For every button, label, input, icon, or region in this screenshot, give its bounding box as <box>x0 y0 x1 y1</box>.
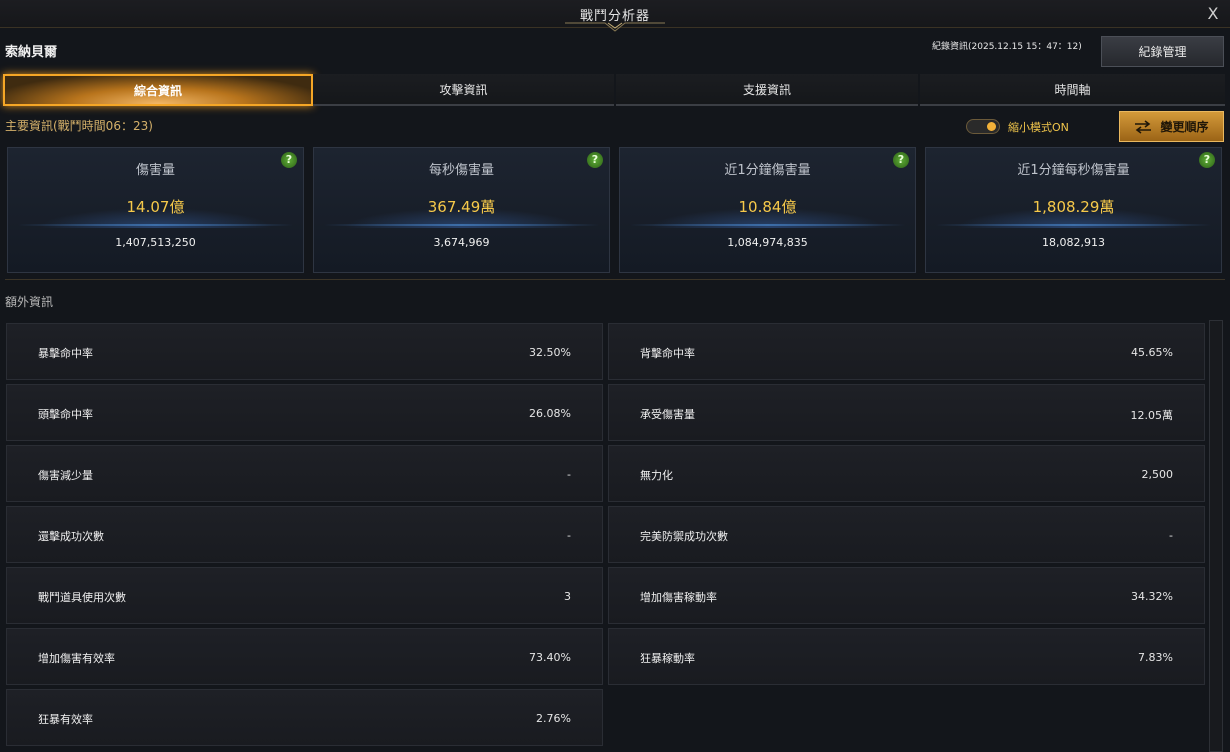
help-icon[interactable]: ? <box>587 152 603 168</box>
stat-label: 狂暴稼動率 <box>640 652 695 665</box>
main-info-label: 主要資訊(戰鬥時間06：23) <box>5 119 153 133</box>
stat-value: - <box>1169 529 1173 542</box>
stat-value: 3 <box>564 590 571 603</box>
card-title: 近1分鐘傷害量 <box>724 163 811 178</box>
stat-row: 暴擊命中率 32.50% <box>6 323 603 380</box>
stat-row: 增加傷害有效率 73.40% <box>6 628 603 685</box>
stat-label: 承受傷害量 <box>640 408 695 421</box>
title-bar: 戰鬥分析器 X <box>0 0 1230 32</box>
stat-row: 戰鬥道具使用次數 3 <box>6 567 603 624</box>
stat-value: 2,500 <box>1141 468 1174 481</box>
card-value: 14.07億 <box>126 198 185 216</box>
section-divider <box>5 279 1225 280</box>
card-divider <box>324 224 599 226</box>
stat-label: 頭擊命中率 <box>38 408 93 421</box>
stat-row: 傷害減少量 - <box>6 445 603 502</box>
stat-label: 傷害減少量 <box>38 469 93 482</box>
tab-summary[interactable]: 綜合資訊 <box>3 74 313 106</box>
scrollbar[interactable] <box>1209 320 1223 752</box>
stat-label: 戰鬥道具使用次數 <box>38 591 126 604</box>
card-title: 傷害量 <box>135 163 175 178</box>
stat-value: 7.83% <box>1138 651 1173 664</box>
card-divider <box>18 224 293 226</box>
help-icon[interactable]: ? <box>893 152 909 168</box>
stat-value: 45.65% <box>1131 346 1173 359</box>
card-value: 10.84億 <box>738 198 797 216</box>
card-raw-value: 3,674,969 <box>433 236 490 249</box>
stat-label: 無力化 <box>640 469 673 482</box>
stat-card-dps: 每秒傷害量 ? 367.49萬 3,674,969 <box>313 147 610 273</box>
tab-attack[interactable]: 攻擊資訊 <box>313 74 614 106</box>
stat-row: 狂暴稼動率 7.83% <box>608 628 1205 685</box>
stat-label: 背擊命中率 <box>640 347 695 360</box>
tab-timeline[interactable]: 時間軸 <box>920 74 1225 106</box>
compact-mode-toggle[interactable] <box>966 119 1000 134</box>
record-manage-button[interactable]: 紀錄管理 <box>1101 36 1224 67</box>
stat-value: 34.32% <box>1131 590 1173 603</box>
stat-row: 完美防禦成功次數 - <box>608 506 1205 563</box>
stat-row: 無力化 2,500 <box>608 445 1205 502</box>
card-divider <box>936 224 1211 226</box>
card-title: 近1分鐘每秒傷害量 <box>1017 163 1130 178</box>
card-raw-value: 18,082,913 <box>1042 236 1105 249</box>
stat-label: 增加傷害有效率 <box>38 652 115 665</box>
stat-row: 背擊命中率 45.65% <box>608 323 1205 380</box>
stat-label: 增加傷害稼動率 <box>640 591 717 604</box>
stat-value: 2.76% <box>536 712 571 725</box>
help-icon[interactable]: ? <box>281 152 297 168</box>
stat-value: 12.05萬 <box>1130 409 1174 422</box>
stat-label: 還擊成功次數 <box>38 530 104 543</box>
close-button[interactable]: X <box>1202 3 1224 25</box>
stat-value: 73.40% <box>529 651 571 664</box>
stat-label: 狂暴有效率 <box>38 713 93 726</box>
tab-bar: 綜合資訊 攻擊資訊 支援資訊 時間軸 <box>3 74 1225 106</box>
compact-mode-label: 縮小模式ON <box>1008 121 1069 134</box>
stat-row: 頭擊命中率 26.08% <box>6 384 603 441</box>
stat-value: - <box>567 529 571 542</box>
card-title: 每秒傷害量 <box>428 163 494 178</box>
title-ornament-icon <box>565 22 665 32</box>
stat-row: 承受傷害量 12.05萬 <box>608 384 1205 441</box>
card-divider <box>630 224 905 226</box>
card-value: 367.49萬 <box>427 198 496 216</box>
stat-card-recent-damage: 近1分鐘傷害量 ? 10.84億 1,084,974,835 <box>619 147 916 273</box>
record-info: 紀錄資訊(2025.12.15 15：47：12) <box>932 42 1082 52</box>
help-icon[interactable]: ? <box>1199 152 1215 168</box>
stat-row: 增加傷害稼動率 34.32% <box>608 567 1205 624</box>
stat-value: - <box>567 468 571 481</box>
change-order-button[interactable]: 變更順序 <box>1119 111 1224 142</box>
change-order-label: 變更順序 <box>1160 120 1209 134</box>
stat-label: 完美防禦成功次數 <box>640 530 728 543</box>
swap-icon <box>1135 119 1152 134</box>
stat-label: 暴擊命中率 <box>38 347 93 360</box>
extra-info-label: 額外資訊 <box>5 295 54 309</box>
stat-value: 26.08% <box>529 407 571 420</box>
card-value: 1,808.29萬 <box>1032 198 1115 216</box>
card-raw-value: 1,084,974,835 <box>727 236 808 249</box>
card-raw-value: 1,407,513,250 <box>115 236 196 249</box>
toggle-knob <box>987 122 996 131</box>
tab-support[interactable]: 支援資訊 <box>616 74 918 106</box>
stat-card-damage: 傷害量 ? 14.07億 1,407,513,250 <box>7 147 304 273</box>
stat-value: 32.50% <box>529 346 571 359</box>
player-name: 索納貝爾 <box>5 45 58 60</box>
stat-card-recent-dps: 近1分鐘每秒傷害量 ? 1,808.29萬 18,082,913 <box>925 147 1222 273</box>
stat-row: 狂暴有效率 2.76% <box>6 689 603 746</box>
stat-row: 還擊成功次數 - <box>6 506 603 563</box>
